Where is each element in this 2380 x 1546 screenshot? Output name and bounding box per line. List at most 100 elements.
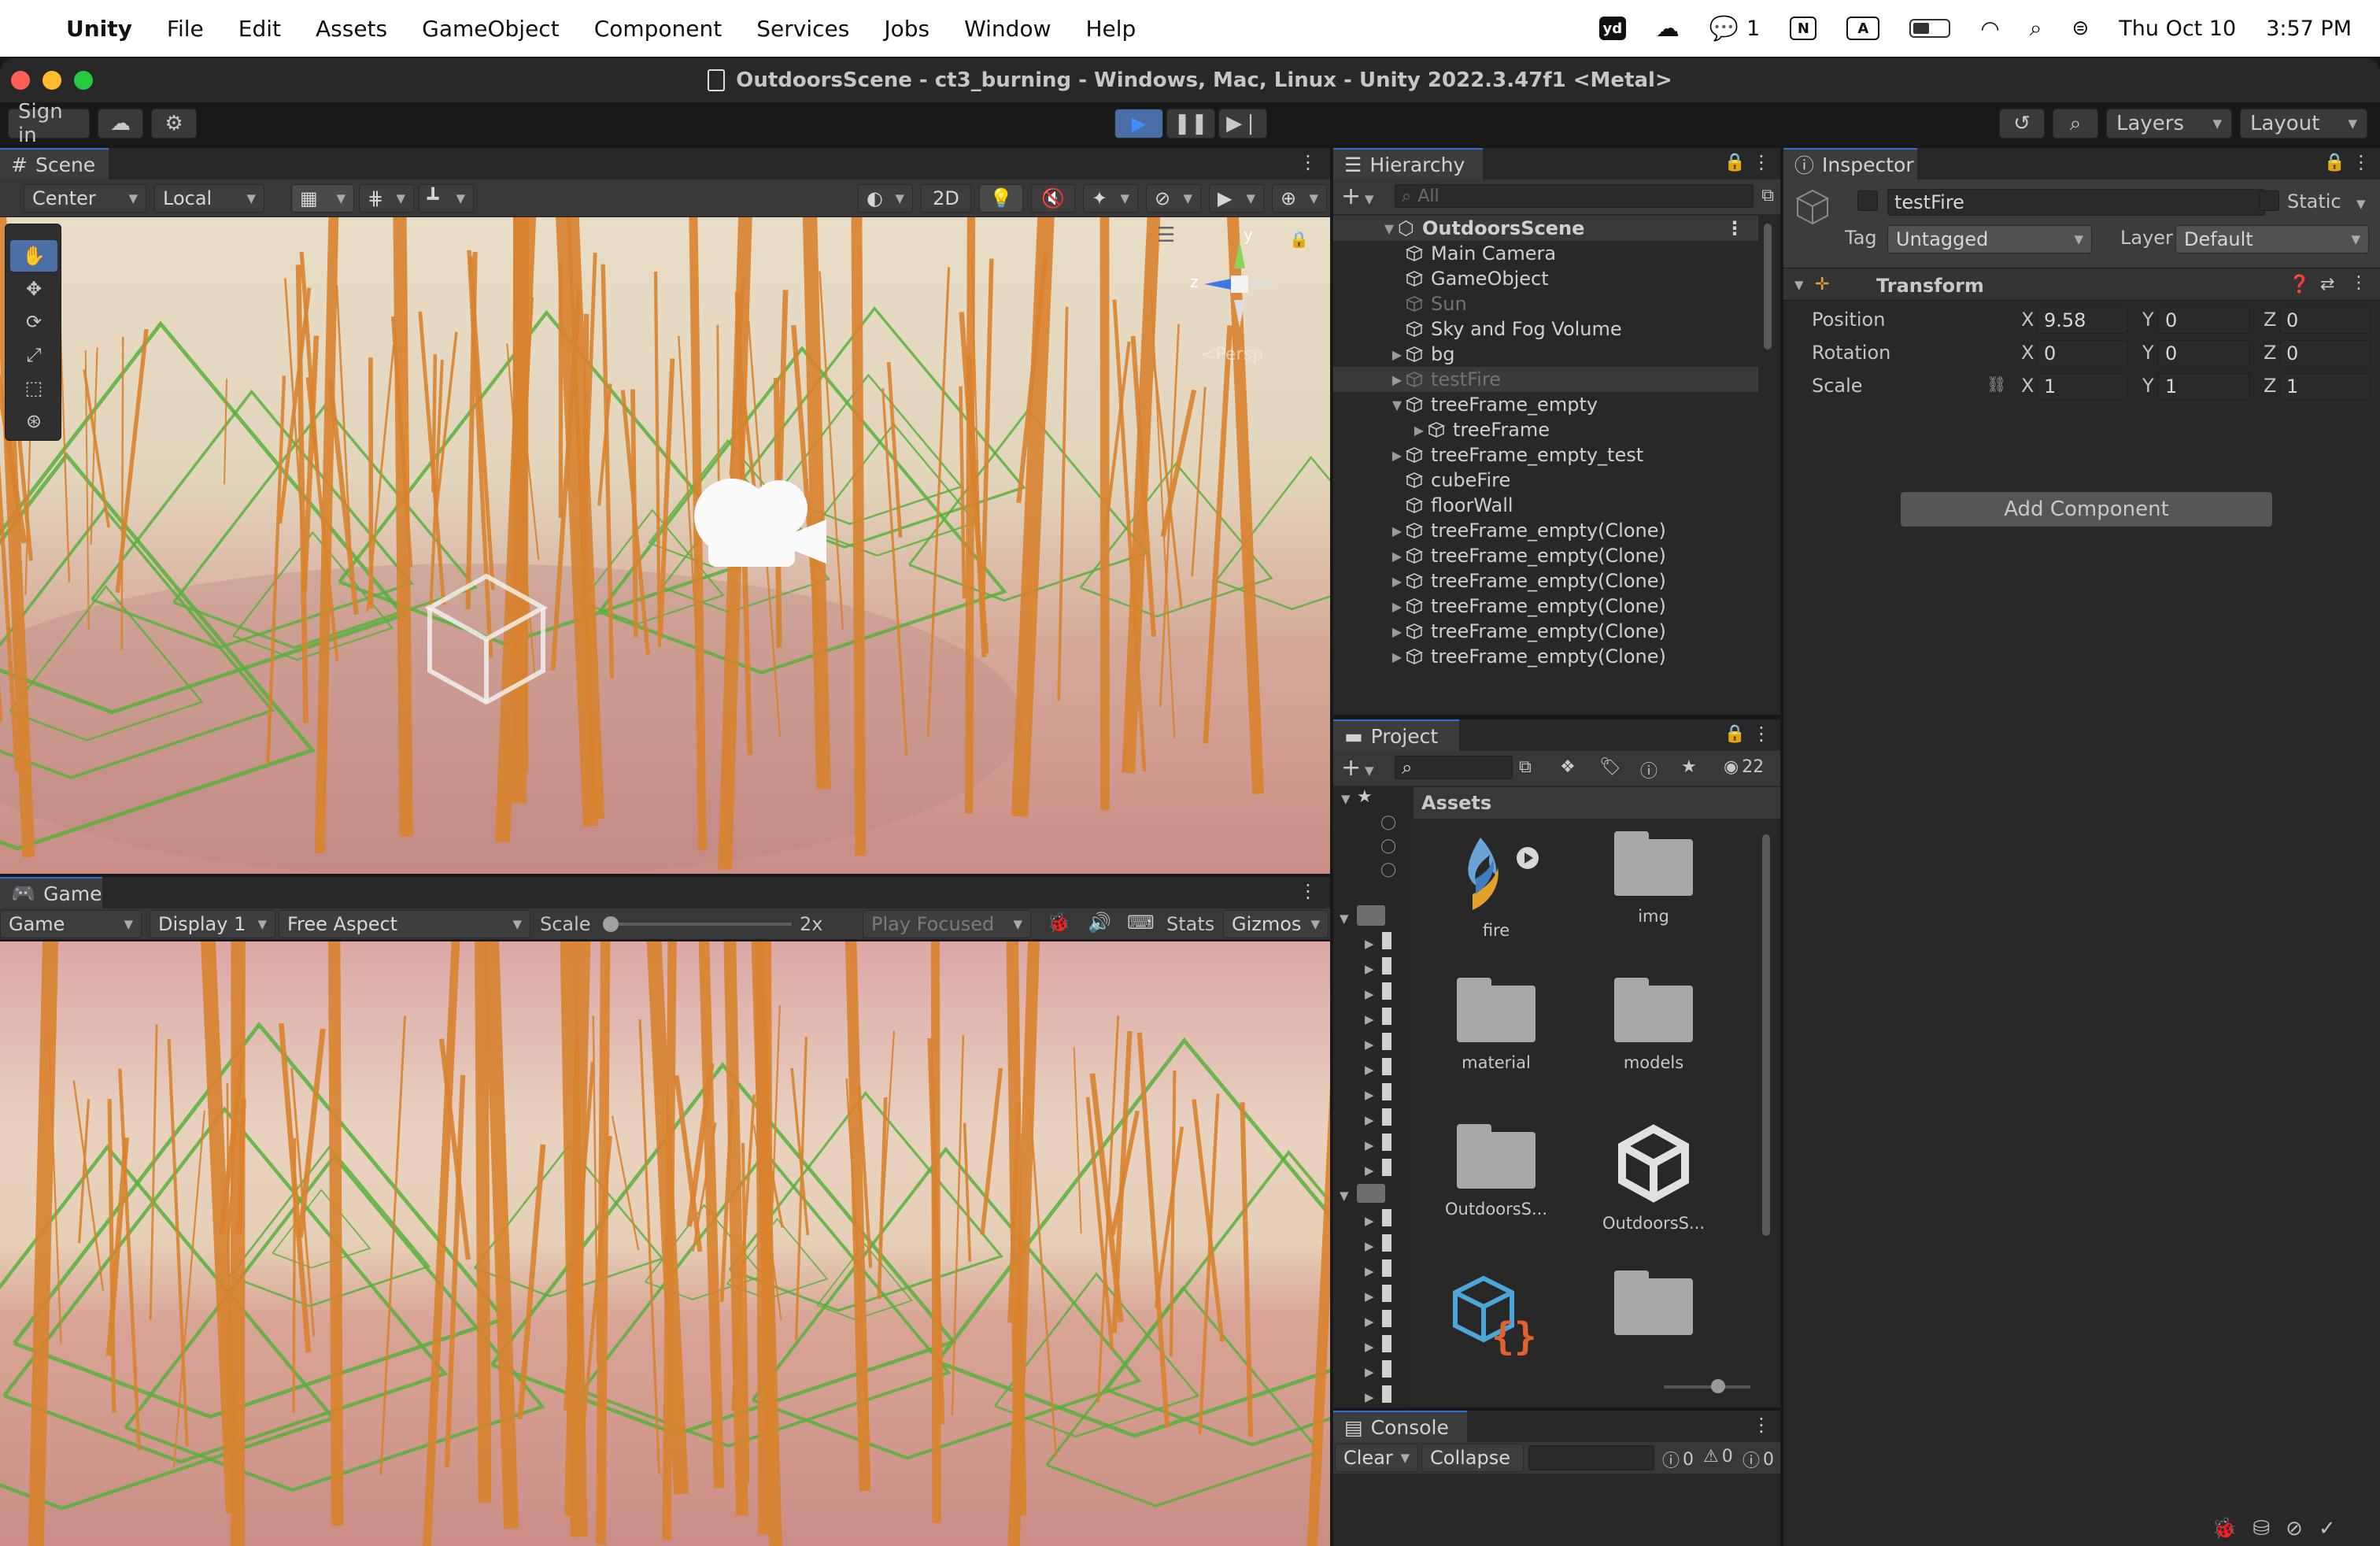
icon-size-thumb[interactable] <box>1711 1379 1725 1393</box>
services-gear-icon[interactable]: ⚙ <box>151 109 197 139</box>
rotation-z-field[interactable]: 0 <box>2279 340 2371 367</box>
hierarchy-row[interactable]: ▶ treeFrame <box>1333 417 1758 442</box>
hand-tool-icon[interactable]: ✋ <box>10 240 57 272</box>
menu-window[interactable]: Window <box>964 16 1051 42</box>
pause-button[interactable]: ❚❚ <box>1166 109 1215 139</box>
expand-arrow-icon[interactable]: ▶ <box>1388 448 1406 463</box>
effects-icon[interactable]: ✦ ▼ <box>1083 184 1138 213</box>
create-add-icon[interactable]: + <box>1341 754 1361 782</box>
tab-scene[interactable]: # Scene <box>0 148 109 179</box>
folder-icon[interactable] <box>1382 1083 1391 1100</box>
control-center-icon[interactable]: ⊜ <box>2071 17 2089 40</box>
undo-history-icon[interactable]: ↺ <box>1999 109 2045 139</box>
game-view-dropdown[interactable]: Game ▼ <box>0 910 142 938</box>
folder-icon[interactable] <box>1382 1134 1391 1151</box>
folder-icon[interactable] <box>1382 1385 1391 1403</box>
icon-size-slider[interactable] <box>1664 1379 1750 1393</box>
search-by-label-icon[interactable]: ❖ <box>1560 757 1576 777</box>
expand-arrow-icon[interactable]: ▶ <box>1388 574 1406 589</box>
menu-edit[interactable]: Edit <box>238 16 281 42</box>
more-options-icon[interactable]: ⋮ <box>1752 723 1771 745</box>
hierarchy-row[interactable]: Sun <box>1333 291 1758 316</box>
favorites-star-icon[interactable]: ★ <box>1357 787 1373 807</box>
aspect-dropdown[interactable]: Free Aspect ▼ <box>279 910 530 938</box>
folder-icon[interactable] <box>1382 1310 1391 1327</box>
expand-arrow-icon[interactable]: ▶ <box>1365 987 1374 1001</box>
expand-arrow-icon[interactable]: ▼ <box>1341 792 1351 806</box>
expand-arrow-icon[interactable]: ▶ <box>1365 1214 1374 1228</box>
auto-generate-lighting-icon[interactable]: ⊘ <box>2286 1517 2303 1540</box>
folder-icon[interactable] <box>1382 1259 1391 1277</box>
space-dropdown[interactable]: Local ▼ <box>154 184 264 213</box>
scale-y-field[interactable]: 1 <box>2158 373 2249 400</box>
scene-orientation-gizmo[interactable]: y z <Persp <box>1181 225 1299 375</box>
more-options-icon[interactable]: ⋮ <box>1725 217 1744 239</box>
search-by-type-icon[interactable]: ⧉ <box>1519 757 1532 777</box>
debug-mode-icon[interactable]: 🐞 <box>2212 1517 2237 1540</box>
gizmos-dropdown[interactable]: Gizmos ▼ <box>1223 910 1329 938</box>
menu-assets[interactable]: Assets <box>316 16 387 42</box>
expand-arrow-icon[interactable]: ▶ <box>1365 1088 1374 1102</box>
stats-button[interactable]: Stats <box>1166 913 1214 935</box>
input-n-icon[interactable]: N <box>1790 17 1817 40</box>
progress-check-icon[interactable]: ✓ <box>2319 1517 2336 1540</box>
expand-arrow-icon[interactable]: ▶ <box>1365 1289 1374 1304</box>
expand-arrow-icon[interactable]: ▶ <box>1365 1113 1374 1127</box>
creative-cloud-icon[interactable]: ☁ <box>1656 15 1680 43</box>
grid-snapping-icon[interactable]: ▦ ▼ <box>291 184 354 213</box>
menu-help[interactable]: Help <box>1085 16 1136 42</box>
folder-icon[interactable] <box>1382 982 1391 1000</box>
hierarchy-row[interactable]: ▶ treeFrame_empty(Clone) <box>1333 644 1758 669</box>
folder-icon[interactable] <box>1382 1360 1391 1378</box>
expand-arrow-icon[interactable]: ▼ <box>1388 398 1406 412</box>
position-y-field[interactable]: 0 <box>2158 307 2249 334</box>
input-source-icon[interactable]: A <box>1846 17 1880 40</box>
folder-icon[interactable] <box>1382 1335 1391 1352</box>
expand-arrow-icon[interactable]: ▶ <box>1365 1163 1374 1178</box>
perspective-label[interactable]: <Persp <box>1201 345 1263 364</box>
battery-icon[interactable] <box>1909 19 1951 38</box>
project-search-input[interactable]: ⌕ <box>1395 756 1513 779</box>
expand-arrow-icon[interactable]: ▶ <box>1410 423 1428 438</box>
folder-icon[interactable] <box>1382 932 1391 949</box>
expand-arrow-icon[interactable]: ▶ <box>1365 1037 1374 1052</box>
expand-arrow-icon[interactable]: ▶ <box>1365 1315 1374 1329</box>
mute-audio-icon[interactable]: 🔊 <box>1088 912 1111 934</box>
expand-arrow-icon[interactable]: ▶ <box>1388 549 1406 564</box>
expand-arrow-icon[interactable]: ▶ <box>1388 624 1406 639</box>
favorite-star-icon[interactable]: ★ <box>1681 757 1697 777</box>
menu-component[interactable]: Component <box>594 16 722 42</box>
lock-icon[interactable]: 🔒 <box>1724 153 1746 172</box>
lighting-icon[interactable]: 💡 <box>979 184 1023 213</box>
tag-icon[interactable]: 🏷 <box>1599 757 1621 777</box>
overlay-menu-icon[interactable]: ☰ <box>1157 224 1175 247</box>
lock-icon[interactable]: 🔒 <box>2324 153 2345 172</box>
expand-arrow-icon[interactable]: ▶ <box>1365 1012 1374 1026</box>
expand-arrow-icon[interactable]: ▶ <box>1365 1390 1374 1404</box>
wifi-icon[interactable]: ◠ <box>1980 16 1999 42</box>
hierarchy-row[interactable]: ▶ treeFrame_empty(Clone) <box>1333 543 1758 568</box>
wechat-status[interactable]: 💬 1 <box>1709 15 1761 43</box>
expand-arrow-icon[interactable]: ▶ <box>1388 599 1406 614</box>
scale-slider-track[interactable] <box>603 916 792 932</box>
expand-arrow-icon[interactable]: ▶ <box>1365 1264 1374 1278</box>
increment-snap-icon[interactable]: ⋕ ▼ <box>359 184 414 213</box>
close-window-button[interactable] <box>11 71 30 90</box>
scale-tool-icon[interactable]: ⤢ <box>10 339 57 371</box>
position-x-field[interactable]: 9.58 <box>2037 307 2128 334</box>
scene-root-row[interactable]: ▼ ⬡ OutdoorsScene ⋮ <box>1333 216 1758 241</box>
asset-item[interactable]: OutdoorsS... <box>1579 1124 1728 1233</box>
warning-filter[interactable]: ⚠ 0 <box>1703 1447 1733 1466</box>
favorite-search-icon[interactable]: ◯ <box>1380 814 1396 830</box>
cloud-icon[interactable]: ☁ <box>98 109 143 139</box>
tab-console[interactable]: ▤ Console <box>1333 1411 1467 1442</box>
expand-arrow-icon[interactable]: ▼ <box>1340 912 1349 926</box>
help-icon[interactable]: ❓ <box>2289 275 2310 294</box>
display-dropdown[interactable]: Display 1 ▼ <box>150 910 275 938</box>
search-icon[interactable]: ⌕ <box>2053 109 2098 139</box>
menubar-date[interactable]: Thu Oct 10 <box>2119 17 2236 41</box>
folder-icon[interactable] <box>1382 1108 1391 1126</box>
constrain-proportions-icon[interactable]: ⛓ <box>1986 375 2006 394</box>
more-options-icon[interactable]: ⋮ <box>1299 880 1318 902</box>
step-button[interactable]: ▶❘ <box>1218 109 1267 139</box>
